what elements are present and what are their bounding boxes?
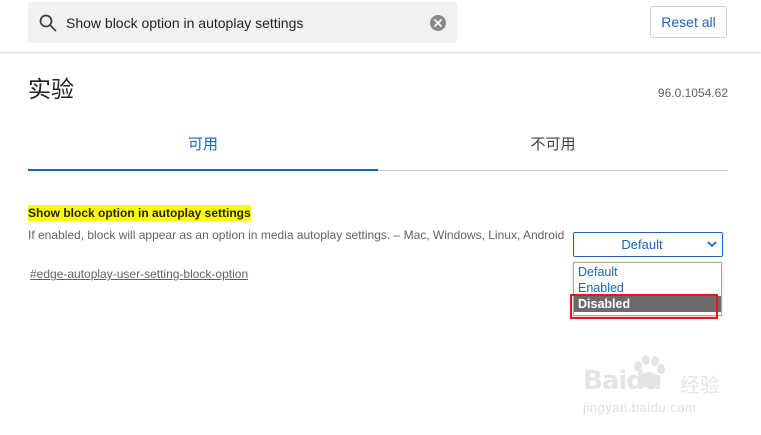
clear-search-icon[interactable] (430, 15, 446, 31)
chevron-down-icon (707, 241, 717, 248)
page-title: 实验 (28, 77, 74, 103)
tab-unavailable[interactable]: 不可用 (378, 122, 728, 168)
search-input[interactable] (66, 2, 421, 43)
version-label: 96.0.1054.62 (657, 86, 728, 100)
annotation-highlight-box (570, 294, 718, 319)
select-value: Default (621, 237, 663, 252)
active-tab-indicator (28, 169, 378, 171)
option-default[interactable]: Default (574, 264, 721, 280)
search-box[interactable] (28, 2, 457, 43)
tab-available[interactable]: 可用 (28, 122, 378, 168)
top-bar: Reset all (0, 0, 761, 53)
experiment-title: Show block option in autoplay settings (28, 205, 251, 221)
experiment-description: If enabled, block will appear as an opti… (28, 228, 565, 242)
watermark-brand: Baidu (583, 366, 662, 396)
baidu-watermark: Baidu 经验 jingyan.baidu.com (580, 352, 750, 422)
flags-page: Reset all 实验 96.0.1054.62 可用 不可用 Show bl… (0, 0, 761, 435)
reset-all-button[interactable]: Reset all (650, 6, 727, 38)
experiment-state-select[interactable]: Default (573, 232, 723, 257)
search-icon (39, 14, 57, 32)
tab-bar: 可用 不可用 (28, 122, 728, 171)
watermark-url: jingyan.baidu.com (583, 400, 697, 415)
watermark-product: 经验 (680, 373, 720, 397)
experiment-anchor-link[interactable]: #edge-autoplay-user-setting-block-option (30, 267, 248, 281)
